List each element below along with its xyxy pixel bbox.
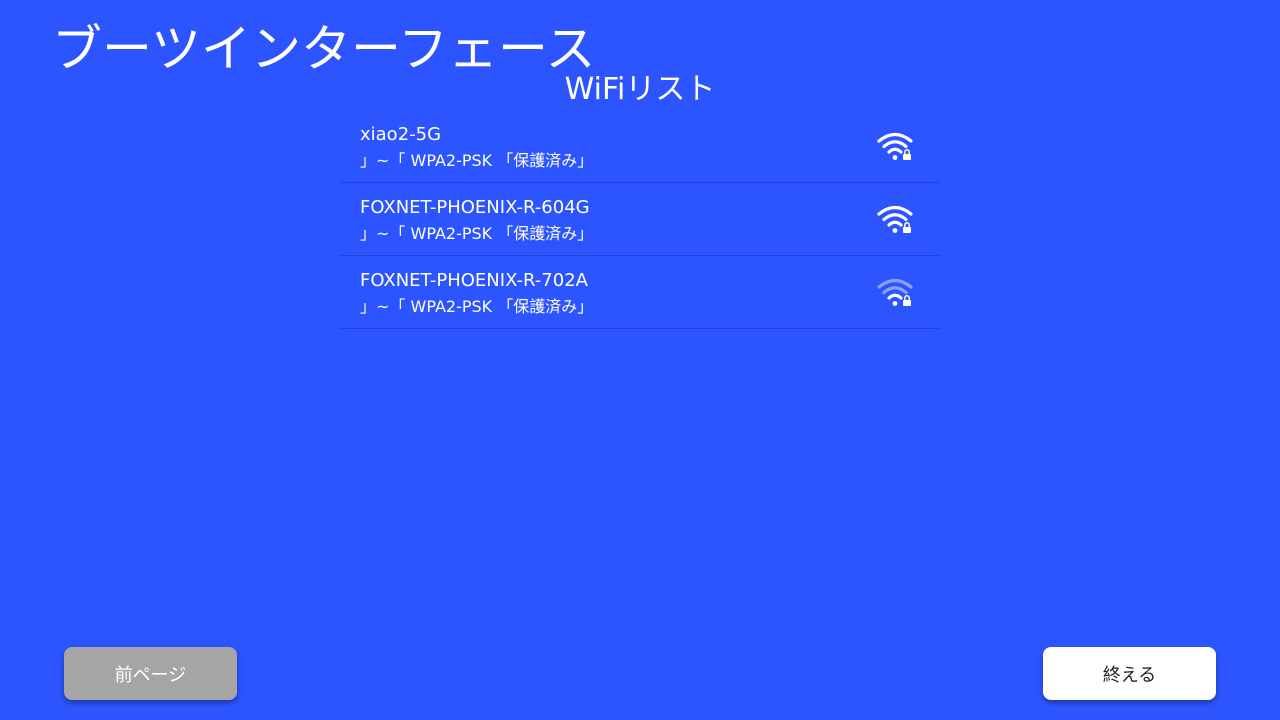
wifi-ssid: FOXNET-PHOENIX-R-702A <box>360 270 588 291</box>
wifi-signal-full-lock-icon <box>877 205 913 233</box>
wifi-list-title: WiFiリスト <box>564 72 716 107</box>
wifi-ssid: FOXNET-PHOENIX-R-604G <box>360 197 590 218</box>
wifi-signal-full-lock-icon <box>877 132 913 160</box>
wifi-security: 」~「 WPA2-PSK 「保護済み」 <box>360 224 594 243</box>
wifi-ssid: xiao2-5G <box>360 124 442 145</box>
wifi-list: xiao2-5G 」~「 WPA2-PSK 「保護済み」 FOXNET-PHOE… <box>340 110 940 329</box>
wifi-security: 」~「 WPA2-PSK 「保護済み」 <box>360 151 594 170</box>
finish-button[interactable]: 終える <box>1043 647 1216 700</box>
wifi-list-item[interactable]: xiao2-5G 」~「 WPA2-PSK 「保護済み」 <box>340 110 940 183</box>
wifi-security: 」~「 WPA2-PSK 「保護済み」 <box>360 297 594 316</box>
wifi-signal-weak-lock-icon <box>877 278 913 306</box>
wifi-list-item[interactable]: FOXNET-PHOENIX-R-604G 」~「 WPA2-PSK 「保護済み… <box>340 183 940 256</box>
wifi-list-item[interactable]: FOXNET-PHOENIX-R-702A 」~「 WPA2-PSK 「保護済み… <box>340 256 940 329</box>
prev-page-button[interactable]: 前ページ <box>64 647 237 700</box>
